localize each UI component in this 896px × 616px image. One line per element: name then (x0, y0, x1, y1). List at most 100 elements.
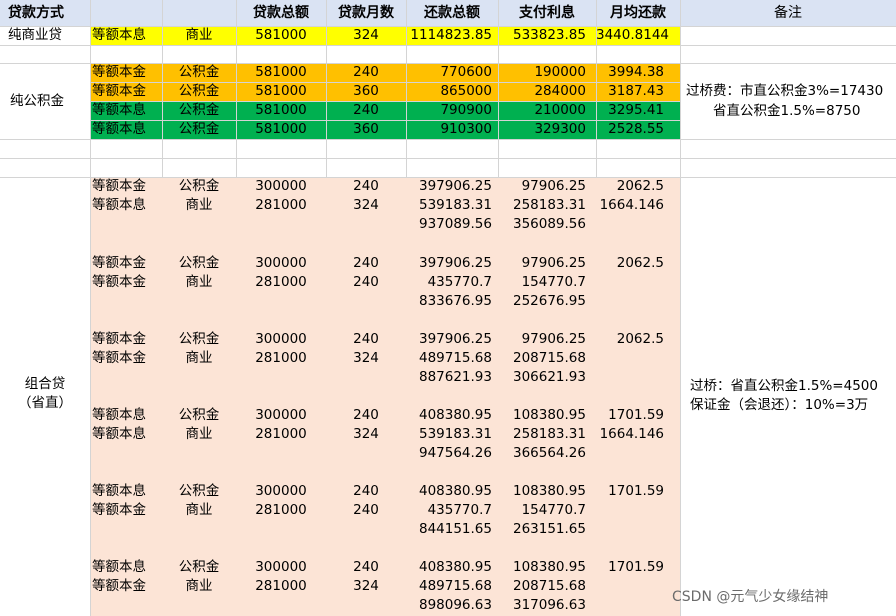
combo-monthly: 2062.5 (616, 331, 664, 347)
combo-total: 947564.26 (418, 445, 492, 461)
combo-total: 489715.68 (418, 578, 492, 594)
grid-line (90, 177, 91, 616)
combo-total: 539183.31 (418, 197, 492, 213)
combo-total: 397906.25 (418, 331, 492, 347)
header-note: 备注 (774, 5, 802, 21)
combo-total: 408380.95 (418, 559, 492, 575)
pure-fund-row-amount: 581000 (255, 64, 307, 80)
combo-repay-method: 等额本息 (92, 426, 146, 442)
combo-monthly: 1701.59 (608, 559, 664, 575)
combo-repay-method: 等额本金 (92, 350, 146, 366)
combo-interest: 97906.25 (521, 255, 586, 271)
combo-interest: 252676.95 (512, 293, 586, 309)
pure-fund-label: 纯公积金 (10, 93, 64, 109)
pure-fund-note-line1: 过桥费：市直公积金3%=17430 (686, 83, 884, 99)
combo-amount: 281000 (255, 578, 307, 594)
combo-monthly: 1664.146 (599, 426, 664, 442)
combo-total: 937089.56 (418, 216, 492, 232)
combo-repay-method: 等额本金 (92, 331, 146, 347)
combo-months: 324 (353, 197, 379, 213)
combo-label: 组合贷 （省直） (18, 376, 72, 411)
pure-fund-row-repay: 等额本金 (92, 64, 146, 80)
combo-interest: 154770.7 (521, 502, 586, 518)
combo-total: 844151.65 (418, 521, 492, 537)
header-total: 还款总额 (424, 5, 480, 21)
combo-loan-type: 公积金 (178, 407, 220, 423)
combo-total: 408380.95 (418, 483, 492, 499)
combo-interest: 258183.31 (512, 426, 586, 442)
combo-months: 240 (353, 331, 379, 347)
combo-total: 539183.31 (418, 426, 492, 442)
combo-loan-type: 公积金 (178, 483, 220, 499)
combo-amount: 300000 (255, 407, 307, 423)
combo-repay-method: 等额本金 (92, 502, 146, 518)
combo-repay-method: 等额本息 (92, 197, 146, 213)
combo-amount: 300000 (255, 255, 307, 271)
pure-fund-note-line2: 省直公积金1.5%=8750 (713, 103, 861, 119)
pure-commercial-total: 1114823.85 (410, 27, 492, 43)
combo-amount: 300000 (255, 483, 307, 499)
header-interest: 支付利息 (519, 5, 575, 21)
combo-months: 240 (353, 274, 379, 290)
pure-fund-row-interest: 284000 (534, 83, 586, 99)
combo-amount: 300000 (255, 559, 307, 575)
pure-fund-row-amount: 581000 (255, 83, 307, 99)
pure-fund-row-monthly: 3994.38 (608, 64, 664, 80)
combo-loan-type: 公积金 (178, 255, 220, 271)
pure-fund-row-months: 360 (353, 83, 379, 99)
combo-amount: 281000 (255, 426, 307, 442)
pure-commercial-amount: 581000 (255, 27, 307, 43)
combo-repay-method: 等额本金 (92, 274, 146, 290)
combo-monthly: 1701.59 (608, 407, 664, 423)
combo-loan-type: 商业 (185, 426, 213, 442)
combo-loan-type: 公积金 (178, 331, 220, 347)
pure-fund-row-type: 公积金 (178, 83, 220, 99)
grid-line (0, 139, 896, 140)
combo-interest: 366564.26 (512, 445, 586, 461)
combo-repay-method: 等额本息 (92, 407, 146, 423)
pure-fund-row-interest: 190000 (534, 64, 586, 80)
combo-interest: 306621.93 (512, 369, 586, 385)
header-amount: 贷款总额 (253, 5, 309, 21)
header-method: 贷款方式 (8, 5, 64, 21)
combo-total: 435770.7 (427, 274, 492, 290)
header-monthly: 月均还款 (610, 5, 666, 21)
grid-line (680, 177, 681, 616)
combo-peach-band (90, 177, 680, 616)
combo-interest: 108380.95 (512, 483, 586, 499)
combo-months: 240 (353, 178, 379, 194)
pure-fund-row-months: 360 (353, 121, 379, 137)
pure-fund-row-interest: 329300 (534, 121, 586, 137)
pure-commercial-months: 324 (353, 27, 379, 43)
combo-amount: 300000 (255, 178, 307, 194)
watermark: CSDN @元气少女缘结神 (672, 589, 829, 605)
combo-months: 324 (353, 350, 379, 366)
combo-months: 240 (353, 407, 379, 423)
pure-commercial-repay: 等额本息 (92, 27, 146, 43)
pure-fund-row-repay: 等额本金 (92, 83, 146, 99)
pure-fund-row-type: 公积金 (178, 64, 220, 80)
combo-amount: 300000 (255, 331, 307, 347)
combo-months: 240 (353, 559, 379, 575)
pure-fund-row-repay: 等额本息 (92, 121, 146, 137)
combo-interest: 208715.68 (512, 350, 586, 366)
pure-fund-row-monthly: 3187.43 (608, 83, 664, 99)
pure-commercial-type: 商业 (185, 27, 213, 43)
grid-line (0, 45, 896, 46)
combo-months: 324 (353, 578, 379, 594)
pure-fund-row-amount: 581000 (255, 102, 307, 118)
combo-interest: 97906.25 (521, 178, 586, 194)
combo-note-line1: 过桥：省直公积金1.5%=4500 (690, 378, 878, 394)
combo-total: 397906.25 (418, 178, 492, 194)
combo-loan-type: 商业 (185, 350, 213, 366)
combo-monthly: 2062.5 (616, 178, 664, 194)
pure-fund-row-total: 790900 (440, 102, 492, 118)
combo-interest: 154770.7 (521, 274, 586, 290)
combo-months: 324 (353, 426, 379, 442)
combo-total: 435770.7 (427, 502, 492, 518)
combo-total: 397906.25 (418, 255, 492, 271)
combo-loan-type: 商业 (185, 274, 213, 290)
pure-fund-row-months: 240 (353, 64, 379, 80)
combo-note-line2: 保证金（会退还）：10%=3万 (690, 397, 869, 413)
combo-months: 240 (353, 255, 379, 271)
